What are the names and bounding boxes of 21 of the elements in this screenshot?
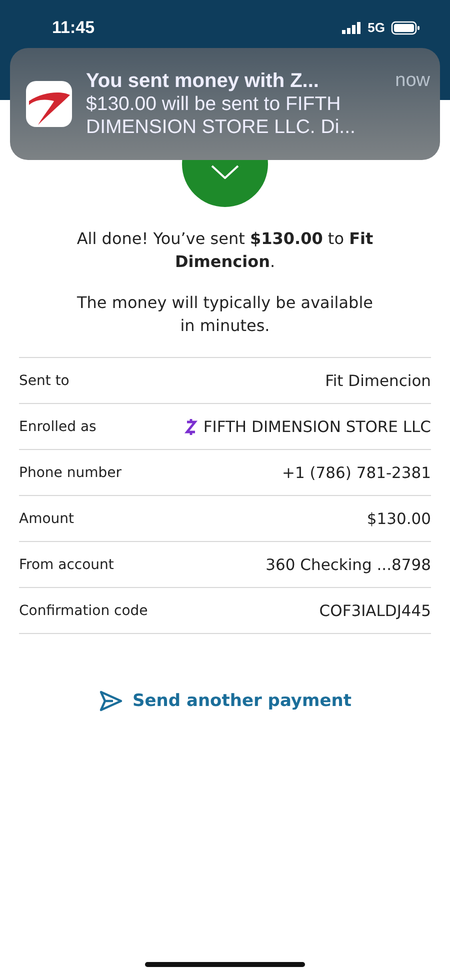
detail-label: Confirmation code: [19, 602, 148, 618]
detail-label: Enrolled as: [19, 418, 96, 434]
notification-body: $130.00 will be sent to FIFTH DIMENSION STORE LLC. Di...: [86, 92, 356, 138]
detail-label: From account: [19, 556, 114, 572]
clock-time: 11:45: [52, 18, 95, 38]
notification-time: now: [395, 70, 430, 92]
notification-banner[interactable]: You sent money with Z... now $130.00 will be sent to FIFTH DIMENSION STORE LLC. Di...: [10, 48, 440, 160]
detail-value: 360 Checking ...8798: [266, 556, 431, 574]
notification-title: You sent money with Z...: [86, 70, 319, 92]
detail-value: FIFTH DIMENSION STORE LLC: [203, 418, 431, 436]
confirmation-message: All done! You’ve sent $130.00 to Fit Dimencion.: [76, 228, 374, 273]
detail-value: Fit Dimencion: [325, 372, 431, 390]
detail-label: Amount: [19, 510, 74, 526]
detail-value: $130.00: [366, 510, 431, 528]
detail-label: Phone number: [19, 464, 122, 480]
detail-value: +1 (786) 781-2381: [282, 464, 431, 482]
availability-note: The money will typically be available in minutes.: [76, 292, 374, 337]
detail-value: COF3IALDJ445: [319, 602, 431, 620]
network-label: 5G: [368, 20, 385, 35]
send-another-payment-link[interactable]: Send another payment: [94, 686, 356, 716]
detail-label: Sent to: [19, 372, 70, 388]
